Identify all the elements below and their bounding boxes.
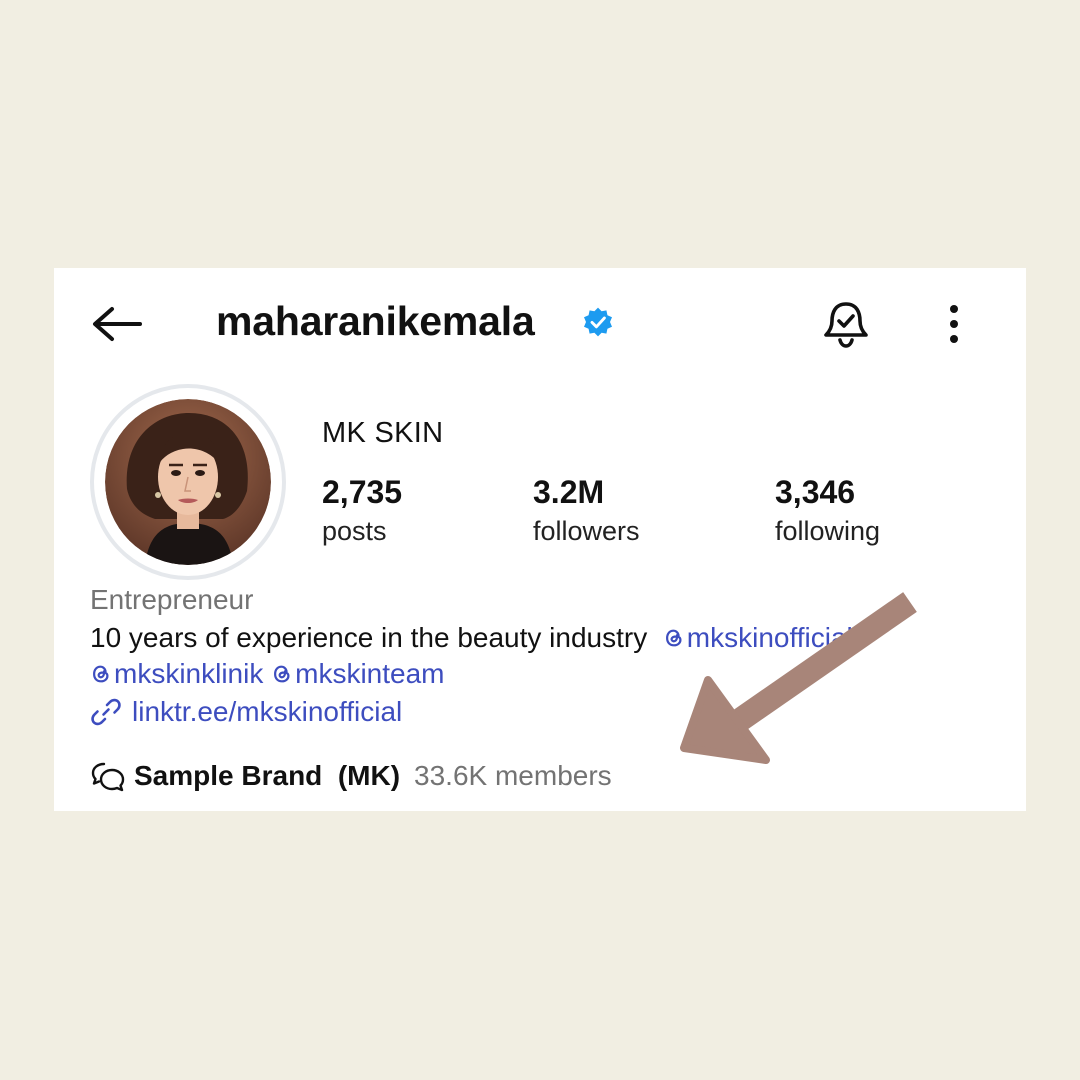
mention-handle: mkskinklinik — [114, 658, 264, 689]
threads-mention-link[interactable]: mkskinklinik — [90, 658, 263, 689]
profile-avatar[interactable] — [90, 384, 286, 580]
profile-username: maharanikemala — [216, 298, 535, 344]
threads-mention-link[interactable]: mkskinteam — [271, 658, 445, 689]
notifications-button[interactable] — [820, 298, 872, 350]
external-link[interactable]: linktr.ee/mkskinofficial — [90, 696, 402, 728]
bio-mentions-line: mkskinklinik mkskinteam — [90, 658, 445, 690]
stat-label: following — [775, 516, 881, 546]
external-link-text: linktr.ee/mkskinofficial — [132, 696, 403, 727]
bell-check-icon — [824, 302, 868, 348]
stat-value: 2,735 — [322, 474, 403, 510]
stat-label: followers — [533, 516, 640, 546]
channel-member-count: 33.6K members — [414, 760, 612, 791]
verified-badge-icon — [584, 307, 612, 337]
link-icon — [91, 698, 121, 726]
stat-posts[interactable]: 2,735 posts — [322, 474, 402, 546]
stat-value: 3,346 — [775, 474, 856, 510]
arrow-left-icon — [93, 307, 142, 341]
profile-card: maharanikemala MK SKIN 2,735 posts 3.2M … — [54, 268, 1026, 811]
chat-bubbles-icon — [91, 762, 125, 792]
stat-label: posts — [322, 516, 387, 546]
threads-icon — [665, 629, 682, 647]
channel-name: Sample Brand (MK) — [134, 760, 401, 791]
stat-followers[interactable]: 3.2M followers — [533, 474, 640, 546]
back-button[interactable] — [88, 302, 144, 346]
mention-handle: mkskinteam — [295, 658, 445, 689]
bio-text-line: 10 years of experience in the beauty ind… — [90, 622, 853, 654]
stat-following[interactable]: 3,346 following — [775, 474, 880, 546]
profile-display-name: MK SKIN — [322, 417, 444, 449]
more-vertical-icon — [950, 305, 958, 343]
stat-value: 3.2M — [533, 474, 605, 510]
avatar-photo — [105, 399, 271, 565]
threads-icon — [274, 665, 290, 683]
broadcast-channel[interactable]: Sample Brand (MK) 33.6K members — [90, 760, 612, 792]
more-options-button[interactable] — [934, 298, 974, 350]
profile-category: Entrepreneur — [90, 584, 254, 615]
bio-text: 10 years of experience in the beauty ind… — [90, 622, 648, 653]
threads-icon — [93, 665, 109, 683]
threads-mention-link[interactable]: mkskinofficial — [663, 622, 853, 653]
mention-handle: mkskinofficial — [686, 622, 853, 653]
